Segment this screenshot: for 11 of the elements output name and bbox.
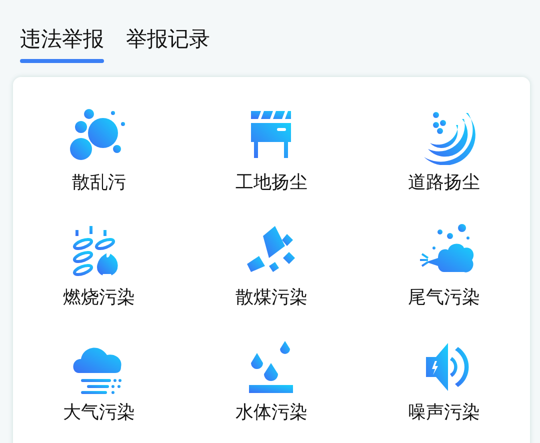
category-label[interactable]: 燃烧污染 bbox=[63, 286, 136, 310]
category-label[interactable]: 散乱污 bbox=[72, 171, 126, 195]
category-label[interactable]: 散煤污染 bbox=[235, 286, 308, 310]
tab[interactable]: 违法举报 bbox=[20, 24, 104, 63]
category-label[interactable]: 大气污染 bbox=[63, 401, 136, 425]
category-label[interactable]: 工地扬尘 bbox=[235, 171, 308, 195]
category-label[interactable]: 噪声污染 bbox=[408, 401, 480, 425]
category-label[interactable]: 道路扬尘 bbox=[408, 171, 480, 195]
category-label[interactable]: 水体污染 bbox=[235, 401, 308, 425]
tab[interactable]: 举报记录 bbox=[126, 24, 210, 63]
category-label[interactable]: 尾气污染 bbox=[408, 286, 480, 310]
